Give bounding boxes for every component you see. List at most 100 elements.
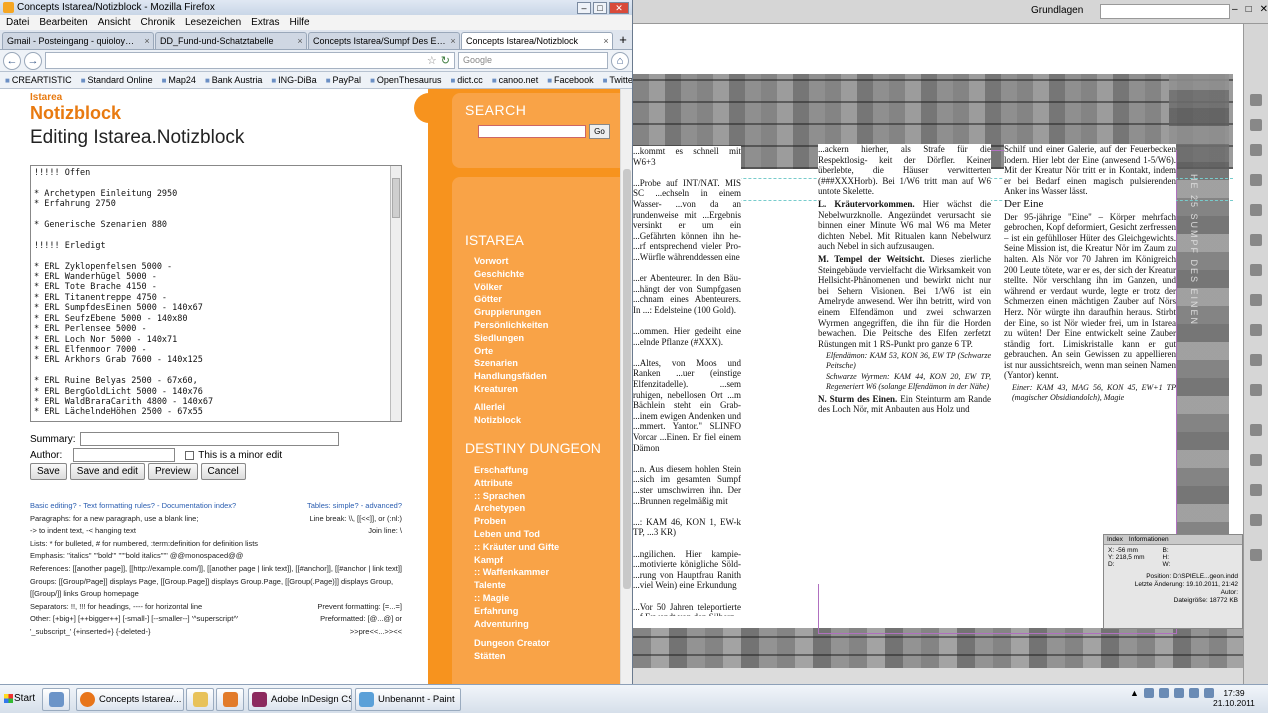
- paragraph-panel-icon[interactable]: [1250, 264, 1262, 276]
- menu-ansicht[interactable]: Ansicht: [98, 17, 131, 28]
- site-name[interactable]: Istarea: [30, 92, 62, 103]
- tab-informationen[interactable]: Informationen: [1129, 536, 1169, 543]
- wiki-text-editor[interactable]: !!!!! Offen * Archetypen Einleitung 2950…: [30, 165, 402, 422]
- nav-leben-und-tod[interactable]: Leben und Tod: [474, 528, 559, 541]
- bookmark-item[interactable]: dict.cc: [450, 75, 483, 85]
- tab-notizblock[interactable]: Concepts Istarea/Notizblock ×: [461, 32, 613, 49]
- forward-button[interactable]: →: [24, 51, 42, 70]
- nav-allerlei[interactable]: Allerlei: [474, 401, 521, 414]
- editor-text[interactable]: !!!!! Offen * Archetypen Einleitung 2950…: [31, 166, 389, 421]
- page-scrollbar[interactable]: [620, 89, 632, 684]
- bookmark-item[interactable]: canoo.net: [492, 75, 539, 85]
- bookmark-item[interactable]: CREARTISTIC: [5, 75, 72, 85]
- page-title[interactable]: Notizblock: [30, 103, 121, 124]
- close-button[interactable]: ✕: [609, 1, 629, 14]
- info-panel-icon[interactable]: [1250, 549, 1262, 561]
- bookmark-item[interactable]: Twitter: [603, 75, 632, 85]
- nav-sprachen[interactable]: :: Sprachen: [474, 490, 559, 503]
- nav-handlungsfaeden[interactable]: Handlungsfäden: [474, 370, 548, 383]
- text-wrap-panel-icon[interactable]: [1250, 294, 1262, 306]
- bookmark-item[interactable]: Bank Austria: [205, 75, 263, 85]
- go-button[interactable]: Go: [589, 124, 610, 139]
- taskbar-paint[interactable]: Unbenannt - Paint: [355, 688, 461, 711]
- tab-index[interactable]: Index: [1107, 536, 1123, 543]
- pages-panel-icon[interactable]: [1250, 94, 1262, 106]
- menu-lesezeichen[interactable]: Lesezeichen: [185, 17, 241, 28]
- tray-icon[interactable]: [1173, 688, 1184, 698]
- tab-gmail[interactable]: Gmail - Posteingang - quioloy@gmail....×: [2, 32, 154, 49]
- nav-goetter[interactable]: Götter: [474, 293, 548, 306]
- tables-links[interactable]: Tables: simple? - advanced?: [307, 500, 402, 513]
- bookmark-item[interactable]: Facebook: [547, 75, 594, 85]
- minor-edit-checkbox[interactable]: [185, 450, 195, 460]
- gradient-panel-icon[interactable]: [1250, 424, 1262, 436]
- menu-datei[interactable]: Datei: [6, 17, 29, 28]
- effects-panel-icon[interactable]: [1250, 384, 1262, 396]
- close-tab-icon[interactable]: ×: [600, 33, 612, 49]
- taskbar-firefox[interactable]: Concepts Istarea/...: [76, 688, 184, 711]
- menu-hilfe[interactable]: Hilfe: [290, 17, 310, 28]
- preflight-panel-icon[interactable]: [1250, 454, 1262, 466]
- tray-expand-icon[interactable]: ▲: [1130, 688, 1139, 698]
- close-tab-icon[interactable]: ×: [294, 33, 306, 49]
- menu-extras[interactable]: Extras: [251, 17, 279, 28]
- author-input[interactable]: [73, 448, 176, 462]
- bookmark-item[interactable]: Map24: [162, 75, 196, 85]
- maximize-button[interactable]: □: [593, 1, 607, 14]
- tab-sumpf-des-einen[interactable]: Concepts Istarea/Sumpf Des Einen ×: [308, 32, 460, 49]
- site-search-input[interactable]: [478, 125, 586, 138]
- taskbar-indesign[interactable]: Adobe InDesign CS4 ...: [248, 688, 352, 711]
- nav-orte[interactable]: Orte: [474, 345, 548, 358]
- network-icon[interactable]: [1188, 688, 1199, 698]
- taskbar-media-player[interactable]: [216, 688, 244, 711]
- nav-siedlungen[interactable]: Siedlungen: [474, 332, 548, 345]
- nav-dungeon-creator[interactable]: Dungeon Creator: [474, 637, 550, 650]
- nav-adventuring[interactable]: Adventuring: [474, 618, 559, 631]
- nav-gruppierungen[interactable]: Gruppierungen: [474, 306, 548, 319]
- minimize-button[interactable]: –: [577, 1, 591, 14]
- back-button[interactable]: ←: [3, 51, 21, 70]
- nav-kraeuter-gifte[interactable]: :: Kräuter und Gifte: [474, 541, 559, 554]
- nav-talente[interactable]: Talente: [474, 579, 559, 592]
- bookmark-item[interactable]: OpenThesaurus: [370, 75, 442, 85]
- pathfinder-panel-icon[interactable]: [1250, 354, 1262, 366]
- id-close-button[interactable]: ✕: [1260, 4, 1268, 15]
- nav-archetypen[interactable]: Archetypen: [474, 502, 559, 515]
- table-panel-icon[interactable]: [1250, 484, 1262, 496]
- nav-persoenlichkeiten[interactable]: Persönlichkeiten: [474, 319, 548, 332]
- bookmark-item[interactable]: Standard Online: [81, 75, 153, 85]
- nav-notizblock[interactable]: Notizblock: [474, 414, 521, 427]
- nav-erschaffung[interactable]: Erschaffung: [474, 464, 559, 477]
- nav-kreaturen[interactable]: Kreaturen: [474, 383, 548, 396]
- tray-icon[interactable]: [1143, 688, 1154, 698]
- tray-icon[interactable]: [1158, 688, 1169, 698]
- tab-fund-schatztabelle[interactable]: DD_Fund-und-Schatztabelle ×: [155, 32, 307, 49]
- nav-staetten[interactable]: Stätten: [474, 650, 550, 663]
- url-bar[interactable]: ☆ ↻: [45, 52, 455, 69]
- nav-vorwort[interactable]: Vorwort: [474, 255, 548, 268]
- scroll-thumb[interactable]: [392, 178, 400, 218]
- nav-geschichte[interactable]: Geschichte: [474, 268, 548, 281]
- workspace-switcher[interactable]: Grundlagen: [1031, 5, 1083, 16]
- reload-icon[interactable]: ↻: [441, 54, 450, 67]
- new-tab-button[interactable]: +: [614, 32, 632, 49]
- swatches-panel-icon[interactable]: [1250, 204, 1262, 216]
- cancel-button[interactable]: Cancel: [200, 463, 246, 480]
- clock[interactable]: 17:39 21.10.2011: [1213, 688, 1255, 708]
- check-panel-icon[interactable]: [1250, 514, 1262, 526]
- search-bar[interactable]: Google: [458, 52, 608, 69]
- start-button[interactable]: Start: [2, 688, 38, 710]
- save-and-edit-button[interactable]: Save and edit: [69, 463, 145, 480]
- close-tab-icon[interactable]: ×: [447, 33, 459, 49]
- align-panel-icon[interactable]: [1250, 324, 1262, 336]
- editor-scrollbar[interactable]: [390, 166, 401, 421]
- character-panel-icon[interactable]: [1250, 234, 1262, 246]
- summary-input[interactable]: [79, 432, 339, 446]
- bookmark-item[interactable]: ING-DiBa: [271, 75, 317, 85]
- layers-panel-icon[interactable]: [1250, 119, 1262, 131]
- nav-erfahrung[interactable]: Erfahrung: [474, 605, 559, 618]
- nav-kampf[interactable]: Kampf: [474, 554, 559, 567]
- text-column-3[interactable]: Schilf und einer Galerie, auf der Feuerb…: [1004, 144, 1176, 584]
- nav-attribute[interactable]: Attribute: [474, 477, 559, 490]
- nav-waffenkammer[interactable]: :: Waffenkammer: [474, 566, 559, 579]
